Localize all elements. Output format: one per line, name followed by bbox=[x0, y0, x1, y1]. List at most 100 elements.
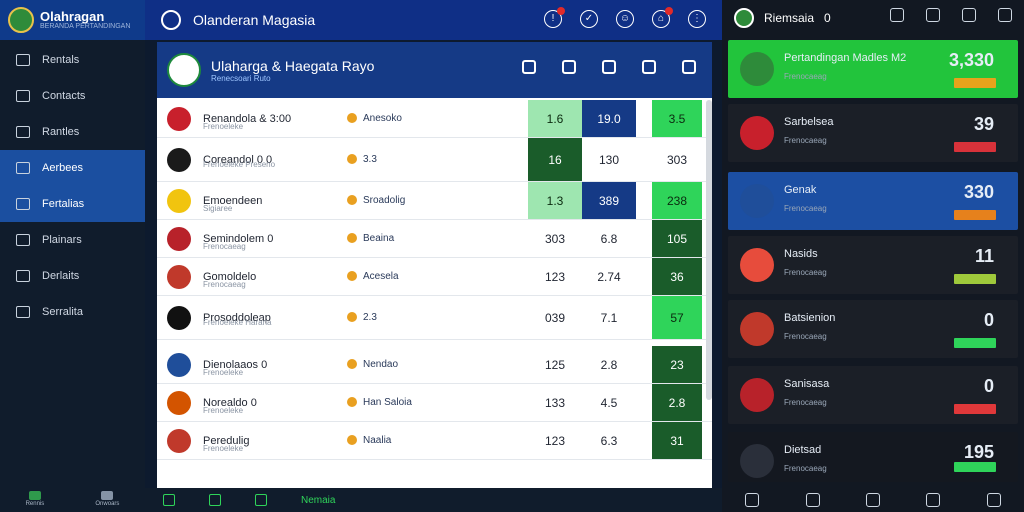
brand-logo bbox=[8, 7, 34, 33]
standings-card[interactable]: Dietsad Frenocaeag 195 bbox=[728, 432, 1018, 482]
shirt-icon[interactable] bbox=[522, 60, 536, 74]
odds-cell-1[interactable]: 123 bbox=[528, 258, 582, 295]
list-icon bbox=[101, 491, 114, 500]
odds-cell-2[interactable]: 2.74 bbox=[582, 258, 636, 295]
card-team-name: Nasids bbox=[784, 248, 818, 260]
team-crest-icon bbox=[167, 188, 191, 213]
standings-card[interactable]: Pertandingan Madles M2 Frenocaeag 3,330 bbox=[728, 40, 1018, 98]
sidebar-item-contacts[interactable]: Contacts bbox=[0, 78, 145, 114]
odds-cell-2[interactable]: 6.8 bbox=[582, 220, 636, 257]
edit-icon[interactable] bbox=[562, 60, 576, 74]
odds-cell-2[interactable]: 130 bbox=[582, 138, 636, 181]
scrollbar[interactable] bbox=[706, 100, 712, 400]
team-crest-icon bbox=[167, 106, 191, 131]
sidebar-item-rentals[interactable]: Rentals bbox=[0, 42, 145, 78]
sidebar-item-aerbees[interactable]: Aerbees bbox=[0, 150, 145, 186]
odds-cell-1[interactable]: 133 bbox=[528, 384, 582, 421]
app-logo-icon[interactable] bbox=[161, 10, 181, 30]
image-icon[interactable] bbox=[209, 494, 221, 506]
more-icon[interactable] bbox=[682, 60, 696, 74]
shield-icon[interactable] bbox=[255, 494, 267, 506]
document-icon bbox=[16, 126, 30, 138]
check-icon[interactable]: ✓ bbox=[580, 10, 598, 28]
team-crest-icon bbox=[740, 52, 774, 86]
club-crest-icon bbox=[167, 53, 201, 87]
standings-card[interactable]: Sarbelsea Frenocaeag 39 bbox=[728, 104, 1018, 162]
odds-cell-3[interactable]: 303 bbox=[652, 138, 702, 181]
table-row[interactable]: Prosoddoleap Frenoeleke Harana 2.3 039 7… bbox=[157, 296, 712, 340]
table-row[interactable]: Norealdo 0 Frenoeleke Han Saloia 133 4.5… bbox=[157, 384, 712, 422]
odds-cell-2[interactable]: 2.8 bbox=[582, 346, 636, 383]
odds-cell-1[interactable]: 123 bbox=[528, 422, 582, 459]
odds-cell-3[interactable]: 57 bbox=[652, 296, 702, 339]
event-icon bbox=[347, 312, 357, 323]
team-subtitle: Frenoeleke Harana bbox=[203, 318, 272, 327]
home-icon[interactable] bbox=[962, 8, 976, 22]
brand[interactable]: Olahragan BERANDA PERTANDINGAN bbox=[0, 0, 145, 40]
calendar-icon[interactable] bbox=[602, 60, 616, 74]
table-row[interactable]: Peredulig Frenoeleke Naalia 123 6.3 31 bbox=[157, 422, 712, 460]
shield-icon[interactable] bbox=[865, 493, 880, 507]
standings-card[interactable]: Sanisasa Frenocaeag 0 bbox=[728, 366, 1018, 424]
event-icon bbox=[347, 397, 357, 408]
odds-cell-3[interactable]: 36 bbox=[652, 258, 702, 295]
settings-icon[interactable] bbox=[642, 60, 656, 74]
menu-icon[interactable] bbox=[986, 493, 1001, 507]
table-row[interactable]: Coreandol 0 0 Frenoeleke Preseno 3.3 16 … bbox=[157, 138, 712, 182]
standings-card[interactable]: Genak Frenocaeag 330 bbox=[728, 172, 1018, 230]
table-row[interactable]: Renandola & 3:00 Frenoeleke Anesoko 1.6 … bbox=[157, 100, 712, 138]
odds-cell-1[interactable]: 1.3 bbox=[528, 182, 582, 219]
odds-cell-2[interactable]: 389 bbox=[582, 182, 636, 219]
table-row[interactable]: Emoendeen Sigiaree Sroadolig 1.3 389 238 bbox=[157, 182, 712, 220]
event-icon bbox=[347, 233, 357, 244]
settings-icon[interactable] bbox=[998, 8, 1012, 22]
user-icon bbox=[16, 162, 30, 174]
odds-cell-1[interactable]: 039 bbox=[528, 296, 582, 339]
odds-cell-1[interactable]: 303 bbox=[528, 220, 582, 257]
sidebar-item-fertalias[interactable]: Fertalias bbox=[0, 186, 145, 222]
odds-cell-3[interactable]: 3.5 bbox=[652, 100, 702, 137]
sidebar-item-serralita[interactable]: Serralita bbox=[0, 294, 145, 330]
standings-card[interactable]: Batsienion Frenocaeag 0 bbox=[728, 300, 1018, 358]
odds-cell-2[interactable]: 7.1 bbox=[582, 296, 636, 339]
sidebar-item-plainars[interactable]: Plainars bbox=[0, 222, 145, 258]
topbar-actions: ! ✓ ☺ ⌂ ⋮ bbox=[544, 7, 706, 28]
fixtures-table: Renandola & 3:00 Frenoeleke Anesoko 1.6 … bbox=[157, 100, 712, 460]
people-icon[interactable] bbox=[805, 493, 820, 507]
table-row[interactable]: Dienolaaos 0 Frenoeleke Nendao 125 2.8 2… bbox=[157, 346, 712, 384]
home-icon[interactable]: ⌂ bbox=[652, 7, 673, 28]
grid-icon[interactable] bbox=[163, 494, 175, 506]
more-icon[interactable]: ⋮ bbox=[688, 10, 706, 28]
footer-button-onwoars[interactable]: Onwoars bbox=[95, 491, 119, 507]
standings-card[interactable]: Nasids Frenocaeag 11 bbox=[728, 236, 1018, 294]
odds-cell-3[interactable]: 31 bbox=[652, 422, 702, 459]
event-label: 2.3 bbox=[363, 312, 377, 323]
odds-cell-1[interactable]: 16 bbox=[528, 138, 582, 181]
footer-button-rennis[interactable]: Rennis bbox=[26, 491, 44, 507]
sidebar-item-rantles[interactable]: Rantles bbox=[0, 114, 145, 150]
odds-cell-2[interactable]: 4.5 bbox=[582, 384, 636, 421]
team-crest-icon bbox=[740, 378, 774, 412]
alert-icon[interactable]: ! bbox=[544, 7, 565, 28]
odds-cell-1[interactable]: 125 bbox=[528, 346, 582, 383]
table-row[interactable]: Gomoldelo Frenocaeag Acesela 123 2.74 36 bbox=[157, 258, 712, 296]
odds-cell-3[interactable]: 2.8 bbox=[652, 384, 702, 421]
odds-cell-1[interactable]: 1.6 bbox=[528, 100, 582, 137]
club-logo-icon[interactable] bbox=[734, 8, 754, 28]
table-row[interactable]: Semindolem 0 Frenocaeag Beaina 303 6.8 1… bbox=[157, 220, 712, 258]
odds-cell-2[interactable]: 19.0 bbox=[582, 100, 636, 137]
odds-cell-2[interactable]: 6.3 bbox=[582, 422, 636, 459]
chat-icon bbox=[16, 198, 30, 210]
target-icon[interactable] bbox=[926, 8, 940, 22]
odds-cell-3[interactable]: 23 bbox=[652, 346, 702, 383]
odds-cell-3[interactable]: 238 bbox=[652, 182, 702, 219]
sidebar-item-label: Rantles bbox=[42, 126, 80, 138]
event-icon bbox=[347, 154, 357, 165]
event-icon bbox=[347, 435, 357, 446]
settings-icon[interactable] bbox=[926, 493, 941, 507]
odds-cell-3[interactable]: 105 bbox=[652, 220, 702, 257]
table-icon[interactable] bbox=[745, 493, 760, 507]
ring-icon[interactable] bbox=[890, 8, 904, 22]
sidebar-item-derlaits[interactable]: Derlaits bbox=[0, 258, 145, 294]
smile-icon[interactable]: ☺ bbox=[616, 10, 634, 28]
